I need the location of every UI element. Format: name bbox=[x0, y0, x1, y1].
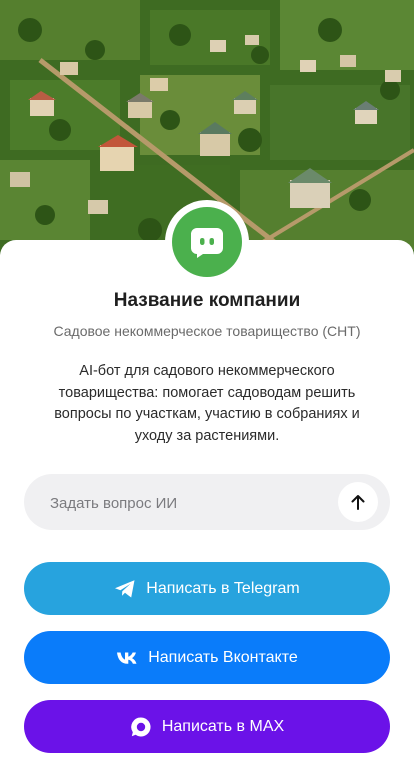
telegram-button[interactable]: Написать в Telegram bbox=[24, 562, 390, 615]
max-icon bbox=[130, 716, 152, 738]
vk-button-label: Написать Вконтакте bbox=[148, 648, 298, 666]
arrow-up-icon bbox=[351, 495, 365, 510]
vk-button[interactable]: Написать Вконтакте bbox=[24, 631, 390, 684]
company-description: AI-бот для садового некоммерческого това… bbox=[54, 363, 360, 444]
company-subtitle: Садовое некоммерческое товарищество (СНТ… bbox=[53, 323, 361, 339]
send-button[interactable] bbox=[338, 482, 378, 522]
ask-ai-input[interactable] bbox=[48, 474, 342, 532]
telegram-icon bbox=[114, 579, 136, 599]
ask-ai-field[interactable] bbox=[24, 474, 390, 532]
max-button-label: Написать в MAX bbox=[161, 717, 285, 735]
company-name: Название компании bbox=[113, 290, 301, 311]
max-button[interactable]: Написать в MAX bbox=[24, 700, 390, 753]
chat-bot-icon bbox=[172, 207, 242, 277]
vk-icon bbox=[116, 651, 138, 665]
company-logo bbox=[165, 200, 249, 284]
telegram-button-label: Написать в Telegram bbox=[146, 579, 300, 597]
